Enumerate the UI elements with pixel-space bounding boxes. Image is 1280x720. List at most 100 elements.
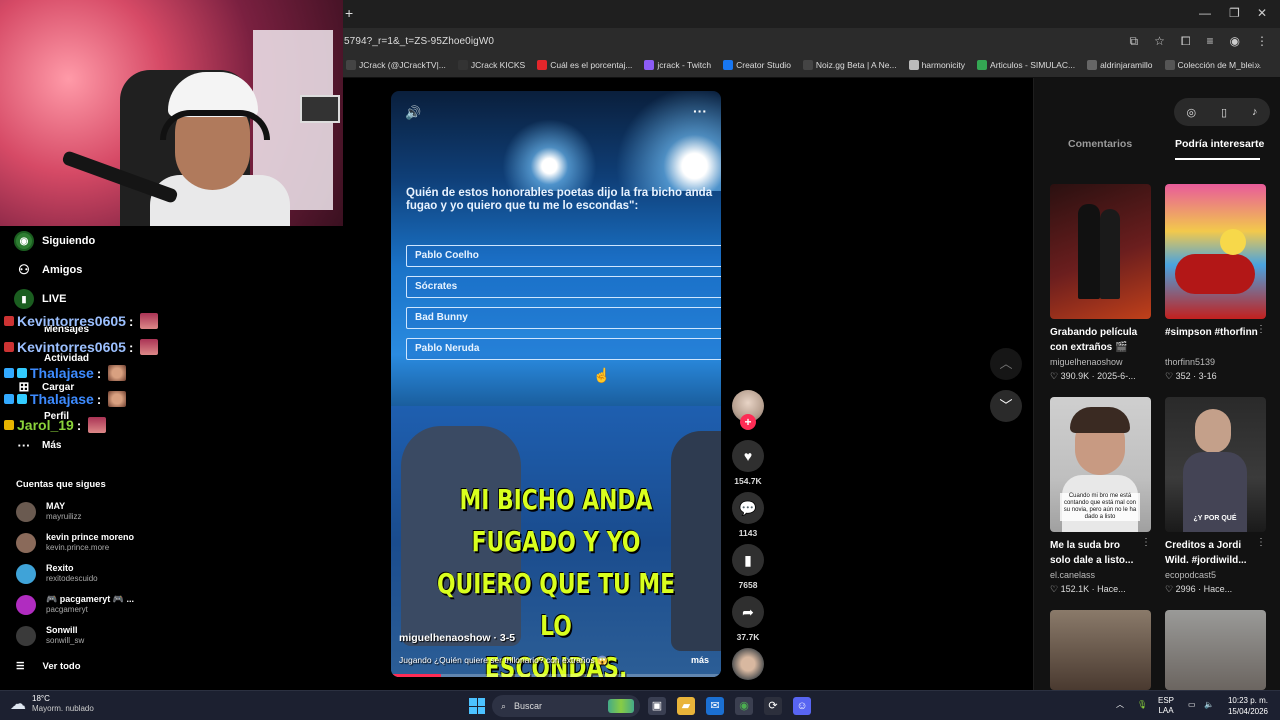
url-text[interactable]: 5794?_r=1&_t=ZS-95Zhoe0igW0: [344, 36, 494, 47]
chat-separator: :: [96, 365, 102, 381]
followed-account[interactable]: kevin prince moreno kevin.prince.more: [16, 532, 134, 553]
tiktok-icon[interactable]: ♪: [1252, 106, 1258, 118]
card-thumbnail[interactable]: [1050, 184, 1151, 319]
weather-widget[interactable]: ☁ 18°C Mayorm. nublado: [10, 694, 94, 714]
bookmark-item[interactable]: Noiz.gg Beta | A Ne...: [802, 60, 897, 70]
bookmark-item[interactable]: harmonicity: [908, 60, 965, 70]
speaker-icon[interactable]: 🔈: [1204, 700, 1214, 710]
app-icon[interactable]: ⟳: [764, 697, 782, 715]
task-view-icon[interactable]: ▣: [648, 697, 666, 715]
avatar: [16, 594, 36, 615]
music-disc-icon[interactable]: [732, 648, 764, 680]
extensions-icon[interactable]: ⧠: [1181, 34, 1191, 49]
file-explorer-icon[interactable]: ▰: [677, 697, 695, 715]
compass-icon[interactable]: ◎: [1186, 106, 1196, 119]
card-thumbnail[interactable]: ¿Y POR QUÉ: [1165, 397, 1266, 532]
nav-item-following[interactable]: ◉ Siguiendo: [14, 231, 95, 251]
discord-icon[interactable]: ☺: [793, 697, 811, 715]
volume-icon[interactable]: 🔊: [405, 105, 421, 121]
like-heart-icon[interactable]: ♥: [732, 440, 764, 472]
language-indicator[interactable]: ESP LAA: [1158, 696, 1174, 716]
tab-recommended[interactable]: Podría interesarte: [1175, 138, 1264, 150]
recommended-card[interactable]: [1050, 610, 1151, 690]
bookmark-icon[interactable]: ▮: [732, 544, 764, 576]
card-author[interactable]: thorfinn5139: [1165, 356, 1266, 369]
avatar: [16, 532, 36, 553]
bookmark-item[interactable]: Articulos - SIMULAC...: [977, 60, 1075, 70]
card-author[interactable]: el.canelass: [1050, 569, 1151, 582]
card-thumbnail[interactable]: [1165, 610, 1266, 690]
chrome-icon[interactable]: ◉: [735, 697, 753, 715]
system-clock[interactable]: 10:23 p. m. 15/04/2026: [1228, 695, 1268, 717]
nav-item-more[interactable]: ··· Más: [14, 435, 62, 455]
video-menu-icon[interactable]: ···: [693, 103, 707, 119]
card-more-icon[interactable]: ⋮: [1256, 537, 1266, 548]
bookmark-item[interactable]: Colección de M_blei...: [1164, 60, 1261, 70]
next-video-chevron-down-icon[interactable]: ﹀: [990, 390, 1022, 422]
emote-icon: [140, 339, 159, 355]
bookmark-favicon-icon: [457, 60, 468, 70]
tab-comments[interactable]: Comentarios: [1068, 138, 1132, 150]
follow-plus-icon[interactable]: +: [740, 414, 756, 430]
phone-icon[interactable]: ▯: [1221, 106, 1227, 119]
cast-icon[interactable]: ⧉: [1130, 34, 1139, 49]
video-player[interactable]: 🔊 ··· Quién de estos honorables poetas d…: [391, 91, 721, 677]
subscriber-badge-icon: [4, 342, 14, 352]
recommended-card[interactable]: [1165, 610, 1266, 690]
card-meta: ♡ 390.9K · 2025-6-...: [1050, 371, 1136, 381]
followed-account[interactable]: Sonwill sonwill_sw: [16, 625, 84, 646]
bookmark-favicon-icon: [537, 60, 548, 70]
card-thumbnail[interactable]: [1050, 610, 1151, 690]
bookmark-star-icon[interactable]: ☆: [1154, 34, 1165, 49]
profile-icon[interactable]: ◉: [1230, 34, 1240, 49]
recommended-card[interactable]: ⋮ #simpson #thorfinn thorfinn5139 ♡ 352 …: [1165, 184, 1266, 383]
new-tab-button[interactable]: +: [345, 5, 353, 21]
bookmark-item[interactable]: Creator Studio: [723, 60, 791, 70]
nav-item-friends[interactable]: ⚇ Amigos: [14, 260, 82, 280]
thumb-figure: [1195, 409, 1231, 453]
hand-cursor-icon: ☝: [593, 367, 611, 383]
card-thumbnail[interactable]: [1165, 184, 1266, 319]
bookmark-item[interactable]: aldrinjaramillo: [1087, 60, 1153, 70]
bookmark-label: aldrinjaramillo: [1100, 60, 1153, 70]
card-author[interactable]: miguelhenaoshow: [1050, 356, 1151, 369]
card-more-icon[interactable]: ⋮: [1256, 324, 1266, 335]
thumb-figure: [1175, 254, 1255, 294]
followed-account[interactable]: MAY mayruilizz: [16, 501, 82, 522]
taskbar-search[interactable]: ⌕ Buscar: [492, 695, 640, 717]
card-thumbnail[interactable]: Cuando mi bro me está contando que está …: [1050, 397, 1151, 532]
card-author[interactable]: ecopodcast5: [1165, 569, 1266, 582]
chat-message: Thalajase :: [4, 365, 127, 381]
recommended-card[interactable]: Cuando mi bro me está contando que está …: [1050, 397, 1151, 596]
bookmarks-overflow-button[interactable]: »: [1254, 60, 1260, 71]
comment-icon[interactable]: 💬: [732, 492, 764, 524]
bookmark-item[interactable]: JCrack KICKS: [457, 60, 525, 70]
browser-menu-icon[interactable]: ⋮: [1256, 34, 1268, 49]
see-all-button[interactable]: ☰ Ver todo: [16, 661, 81, 672]
video-progress-bar[interactable]: [391, 674, 721, 677]
microphone-icon[interactable]: 🎙: [1137, 700, 1147, 710]
followed-account[interactable]: Rexito rexitodescuido: [16, 563, 98, 584]
mail-icon[interactable]: ✉: [706, 697, 724, 715]
recommended-card[interactable]: ¿Y POR QUÉ ⋮ Creditos a Jordi Wild. #jor…: [1165, 397, 1266, 596]
recommended-card[interactable]: Grabando película con extraños 🎬 miguelh…: [1050, 184, 1151, 383]
quiz-option: Pablo Coelho: [406, 245, 721, 267]
tray-chevron-up-icon[interactable]: ︿: [1116, 700, 1124, 710]
nav-item-live[interactable]: ▮ LIVE: [14, 289, 66, 309]
close-icon[interactable]: ✕: [1257, 6, 1267, 20]
windows-start-icon[interactable]: [469, 698, 485, 714]
network-icon[interactable]: ▭: [1188, 700, 1196, 710]
followed-account[interactable]: 🎮 pacgameryt 🎮 ... pacgameryt: [16, 594, 134, 615]
video-author[interactable]: miguelhenaoshow · 3-5: [399, 632, 515, 644]
see-more-button[interactable]: más: [691, 655, 709, 665]
bookmark-item[interactable]: JCrack (@JCrackTV|...: [346, 60, 446, 70]
bookmark-item[interactable]: Cuál es el porcentaj...: [537, 60, 632, 70]
bookmark-item[interactable]: jcrack - Twitch: [644, 60, 711, 70]
minimize-icon[interactable]: —: [1199, 6, 1211, 20]
previous-video-chevron-up-icon[interactable]: ︿: [990, 348, 1022, 380]
bookmark-label: Cuál es el porcentaj...: [550, 60, 633, 70]
share-arrow-icon[interactable]: ➦: [732, 596, 764, 628]
card-more-icon[interactable]: ⋮: [1141, 537, 1151, 548]
maximize-icon[interactable]: ❐: [1229, 6, 1240, 20]
reading-list-icon[interactable]: ≡: [1207, 34, 1214, 49]
